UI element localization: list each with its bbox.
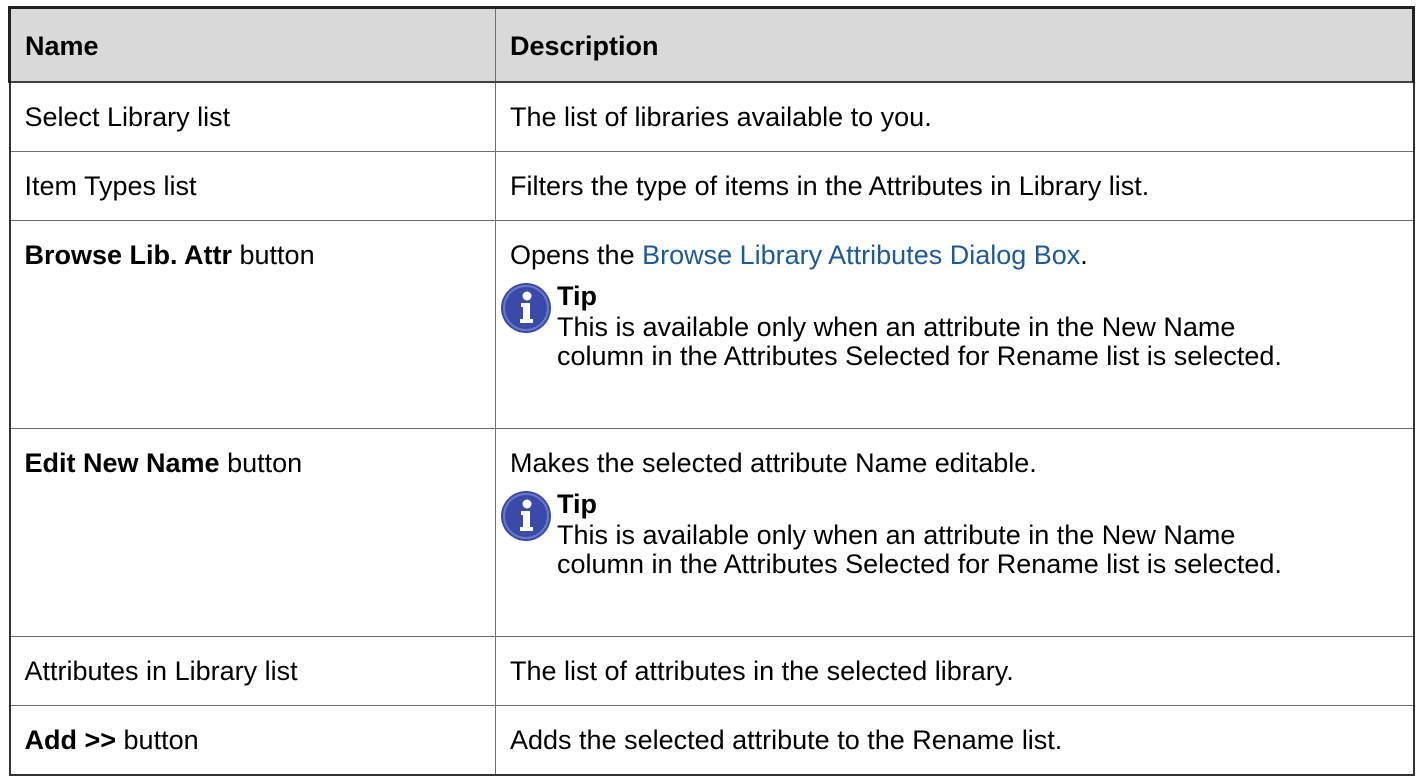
table-row: Select Library list The list of librarie… bbox=[8, 81, 1415, 152]
tip-text-line: This is available only when an attribute… bbox=[557, 520, 1236, 550]
name-cell: Select Library list bbox=[8, 81, 496, 152]
column-header-name: Name bbox=[8, 6, 496, 83]
description-text: Filters the type of items in the Attribu… bbox=[510, 170, 1150, 201]
name-cell: Attributes in Library list bbox=[8, 636, 496, 706]
tip-note: Tip This is available only when an attri… bbox=[501, 279, 1399, 371]
tip-body: Tip This is available only when an attri… bbox=[557, 487, 1399, 579]
tip-note: Tip This is available only when an attri… bbox=[501, 487, 1399, 579]
description-text: Makes the selected attribute Name editab… bbox=[510, 448, 1037, 478]
name-text: button bbox=[116, 724, 199, 755]
description-line: Opens the Browse Library Attributes Dial… bbox=[510, 240, 1399, 271]
description-cell: The list of libraries available to you. bbox=[495, 81, 1415, 152]
name-cell: Add >> button bbox=[8, 705, 496, 776]
name-cell: Edit New Name button bbox=[8, 428, 496, 637]
name-text: button bbox=[219, 448, 303, 478]
info-icon bbox=[501, 283, 551, 333]
name-text: Attributes in Library list bbox=[24, 655, 298, 686]
description-text: Adds the selected attribute to the Renam… bbox=[510, 724, 1063, 755]
description-text: The list of attributes in the selected l… bbox=[510, 655, 1014, 686]
name-bold-text: Add >> bbox=[24, 724, 117, 755]
attributes-reference-table: Name Description Select Library list The… bbox=[8, 6, 1415, 776]
tip-label: Tip bbox=[557, 489, 597, 519]
tip-label: Tip bbox=[557, 281, 597, 311]
tip-body: Tip This is available only when an attri… bbox=[557, 279, 1399, 371]
browse-library-attributes-link[interactable]: Browse Library Attributes Dialog Box bbox=[642, 240, 1080, 270]
description-cell: The list of attributes in the selected l… bbox=[495, 636, 1415, 706]
tip-text-line: column in the Attributes Selected for Re… bbox=[557, 549, 1282, 579]
tip-text-line: This is available only when an attribute… bbox=[557, 312, 1236, 342]
name-text: button bbox=[232, 240, 315, 270]
description-text: Opens the bbox=[510, 240, 643, 270]
description-line: Makes the selected attribute Name editab… bbox=[510, 448, 1399, 479]
table-row: Browse Lib. Attr button Opens the Browse… bbox=[8, 220, 1415, 429]
name-cell: Item Types list bbox=[8, 151, 496, 221]
table-row: Add >> button Adds the selected attribut… bbox=[8, 705, 1415, 776]
table-header-row: Name Description bbox=[8, 6, 1415, 83]
tip-text-line: column in the Attributes Selected for Re… bbox=[557, 341, 1282, 371]
description-cell: Opens the Browse Library Attributes Dial… bbox=[495, 220, 1415, 429]
name-bold-text: Edit New Name bbox=[24, 448, 220, 478]
name-bold-text: Browse Lib. Attr bbox=[24, 240, 233, 270]
description-cell: Adds the selected attribute to the Renam… bbox=[495, 705, 1415, 776]
description-cell: Filters the type of items in the Attribu… bbox=[495, 151, 1415, 221]
description-text: . bbox=[1080, 240, 1088, 270]
description-text: The list of libraries available to you. bbox=[510, 101, 932, 132]
column-header-description: Description bbox=[495, 6, 1415, 83]
table-row: Item Types list Filters the type of item… bbox=[8, 151, 1415, 221]
table-row: Edit New Name button Makes the selected … bbox=[8, 428, 1415, 637]
name-text: Item Types list bbox=[24, 170, 197, 201]
info-icon bbox=[501, 491, 551, 541]
description-cell: Makes the selected attribute Name editab… bbox=[495, 428, 1415, 637]
table-row: Attributes in Library list The list of a… bbox=[8, 636, 1415, 706]
name-text: Select Library list bbox=[24, 101, 231, 132]
name-cell: Browse Lib. Attr button bbox=[8, 220, 496, 429]
